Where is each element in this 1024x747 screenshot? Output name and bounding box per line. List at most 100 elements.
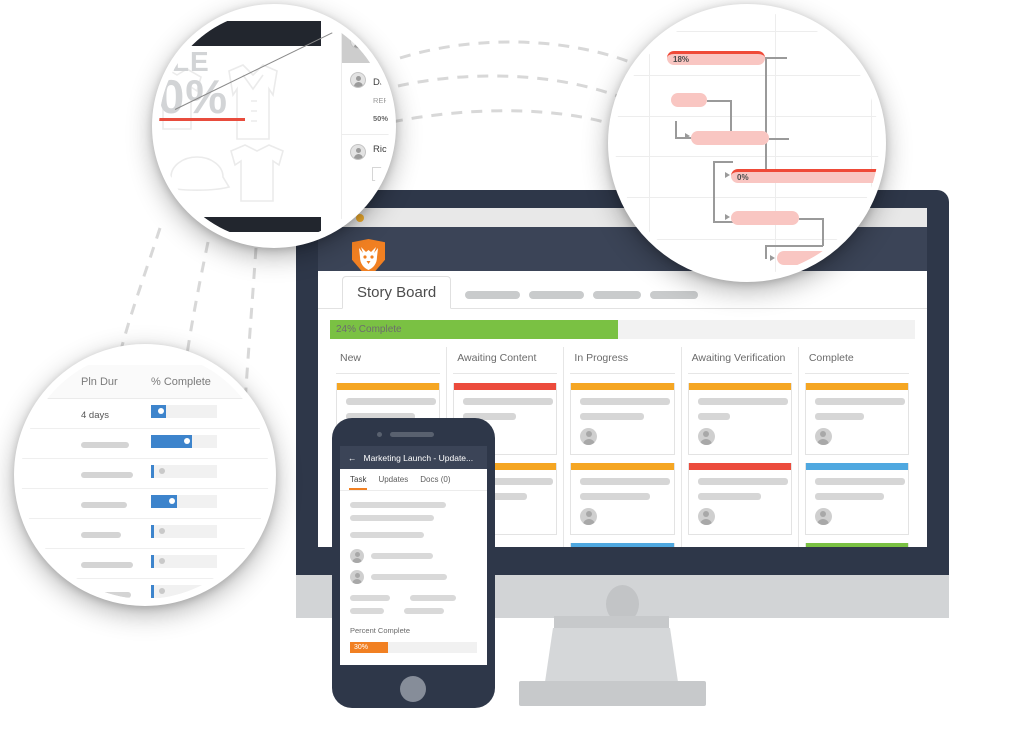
ghost-line [81,501,127,508]
duration-value: 4 days [81,409,109,421]
phone-home-button[interactable] [400,676,426,702]
avatar [350,549,364,563]
comment-panel-header [342,19,389,63]
slider-knob[interactable] [159,528,165,534]
callout-design-proof-content: SALE 40% [159,11,389,241]
kanban-column-title: Awaiting Verification [687,347,792,374]
phone-percent-complete-value: 30% [354,644,369,651]
kanban-card[interactable] [804,543,910,547]
phone-field-row [350,608,477,614]
table-row[interactable] [21,459,269,489]
kanban-card-accent [805,463,909,470]
phone-tab-docs[interactable]: Docs (0) [420,475,450,484]
kanban-card-accent [805,383,909,390]
kanban-card-text-line [814,478,905,485]
gantt-bar-percent-label: 0% [737,173,749,182]
tab-ghost-2[interactable] [529,291,585,299]
percent-complete-slider[interactable] [151,464,217,478]
slider-knob[interactable] [159,468,165,474]
table-row[interactable] [21,579,269,599]
kanban-card[interactable] [570,543,675,547]
gantt-task-bar[interactable] [671,93,707,107]
gantt-hline [615,116,879,117]
ghost-line [373,48,389,54]
kanban-card[interactable] [570,383,675,455]
reply-input[interactable] [372,167,389,181]
gantt-task-bar[interactable] [691,131,769,145]
tab-ghost-1[interactable] [465,291,521,299]
gantt-link [713,221,733,223]
gantt-link [765,245,823,247]
kanban-card[interactable] [570,463,675,535]
kanban-column-complete: Complete [797,347,915,547]
kanban-card[interactable] [804,383,910,455]
slider-knob[interactable] [159,558,165,564]
column-header-pln-dur[interactable]: Pln Dur [81,376,151,388]
kanban-card[interactable] [687,463,792,535]
gantt-link [765,58,767,172]
slider-knob[interactable] [157,408,164,414]
reply-button[interactable]: Reply [372,187,389,200]
slider-zero-mark [151,524,154,538]
kanban-card-text-line [814,493,885,500]
percent-complete-slider[interactable] [151,434,217,448]
kanban-card-accent [454,383,557,390]
phone-field-ghost [350,608,384,614]
comment-rick-kuvec[interactable]: Rick Kuvec [342,135,389,160]
tab-story-board[interactable]: Story Board [342,276,452,309]
slider-knob[interactable] [183,438,190,444]
phone-tab-updates[interactable]: Updates [378,475,408,484]
table-cell-duration [81,465,151,483]
gantt-task-bar[interactable]: 18% [667,51,765,65]
percent-complete-slider[interactable] [151,494,217,508]
phone-tab-task[interactable]: Task [348,475,368,490]
table-row[interactable] [21,549,269,579]
gantt-hline [615,239,879,240]
kanban-card-text-line [580,413,644,420]
percent-complete-slider[interactable] [151,524,217,538]
table-cell-duration [81,525,151,543]
ghost-line [81,441,129,448]
poster-headline-discount: 40% [159,69,229,123]
table-row[interactable] [21,429,269,459]
phone-percent-complete-bar[interactable]: 30% [350,642,477,653]
kanban-card-text-line [697,413,731,420]
tab-ghost-group [451,291,699,308]
gantt-task-bar[interactable]: 0% [731,169,879,183]
table-row[interactable]: 4 days [21,399,269,429]
kanban-column-in-progress: In Progress [563,347,680,547]
column-header-percent-complete[interactable]: % Complete [151,376,229,388]
comment-david-white[interactable]: David White REPLACE 40% WITH 50% [342,63,389,135]
slider-knob[interactable] [159,588,165,594]
overall-progress-bar: 24% Complete [330,320,915,339]
design-proof-poster: SALE 40% [159,21,321,241]
kanban-card-text-line [697,493,761,500]
back-arrow-icon[interactable]: ← [348,453,357,463]
callout-gantt-chart: 18% 0% [608,4,886,282]
gantt-vline [775,11,776,275]
comment-body: REPLACE 40% WITH 50% [373,96,389,123]
table-row[interactable] [21,519,269,549]
gantt-hline [615,197,879,198]
table-cell-percent-complete [151,464,229,483]
kanban-card[interactable] [687,383,792,455]
phone-task-detail: Percent Complete 30% [340,491,487,653]
kanban-card-list [570,374,675,547]
phone-comment-line [371,553,433,559]
percent-complete-slider[interactable] [151,584,217,598]
gantt-task-bar[interactable] [777,251,839,265]
tab-ghost-3[interactable] [593,291,642,299]
percent-complete-slider[interactable] [151,554,217,568]
gantt-task-bar[interactable] [731,211,799,225]
lion-glyph [359,247,378,270]
percent-complete-slider[interactable] [151,404,217,418]
gantt-hline [615,31,879,32]
tab-ghost-4[interactable] [650,291,699,299]
phone-comment-row [350,570,477,584]
table-row[interactable] [21,489,269,519]
kanban-card-text-line [814,398,905,405]
kanban-card[interactable] [804,463,910,535]
avatar [350,570,364,584]
app-tabbar: Story Board [318,271,927,309]
kanban-column-title: Complete [804,347,910,374]
